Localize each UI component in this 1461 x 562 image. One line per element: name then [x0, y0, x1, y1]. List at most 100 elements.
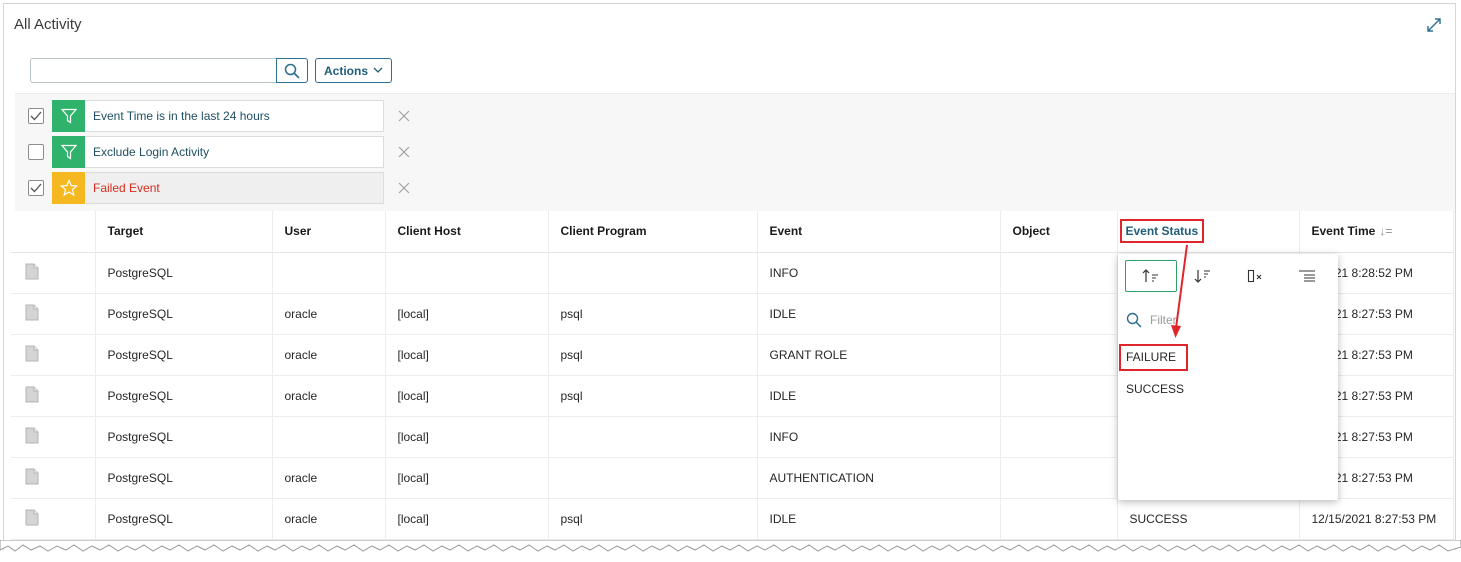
cell-program: psql [548, 498, 758, 540]
column-menu-toolbar [1125, 260, 1333, 292]
sort-ascending-button[interactable] [1125, 260, 1177, 292]
filter-label: Exclude Login Activity [93, 145, 210, 159]
cell-host: [local] [385, 334, 549, 376]
column-header[interactable]: User [272, 211, 386, 253]
filter-chip[interactable]: Event Time is in the last 24 hours [52, 100, 384, 132]
cell-target: PostgreSQL [95, 375, 273, 417]
cell-event: IDLE [757, 293, 1001, 335]
cell-program: psql [548, 334, 758, 376]
row-icon-cell[interactable] [11, 334, 96, 376]
filter-chip[interactable]: Exclude Login Activity [52, 136, 384, 168]
filter-checkbox[interactable] [28, 144, 44, 160]
filter-row: Failed Event [28, 172, 410, 204]
event-time-header-label: Event Time [1311, 224, 1376, 239]
actions-label: Actions [324, 63, 369, 78]
cell-object [1000, 416, 1118, 458]
sort-descending-icon: ↓= [1379, 224, 1393, 239]
cell-event: INFO [757, 252, 1001, 294]
search-icon [284, 63, 300, 79]
cell-object [1000, 498, 1118, 540]
cell-host: [local] [385, 375, 549, 417]
cell-host: [local] [385, 293, 549, 335]
row-icon-cell[interactable] [11, 375, 96, 417]
search-icon [1126, 312, 1142, 328]
hide-column-button[interactable] [1229, 260, 1281, 292]
filter-panel: Event Time is in the last 24 hours Exclu… [15, 93, 1455, 213]
cell-host: [local] [385, 457, 549, 499]
filter-row: Event Time is in the last 24 hours [28, 100, 410, 132]
checkmark-icon [30, 183, 42, 193]
sort-ascending-icon [1142, 269, 1158, 282]
column-value-success[interactable]: SUCCESS [1126, 382, 1184, 396]
document-icon[interactable] [25, 427, 39, 444]
cell-target: PostgreSQL [95, 252, 273, 294]
column-header[interactable]: Object [1000, 211, 1118, 253]
control-break-icon [1299, 270, 1315, 282]
column-header[interactable]: Client Host [385, 211, 549, 253]
document-icon[interactable] [25, 386, 39, 403]
control-break-button[interactable] [1281, 260, 1333, 292]
event-status-header-label[interactable]: Event Status [1119, 219, 1205, 244]
cell-host [385, 252, 549, 294]
document-icon[interactable] [25, 509, 39, 526]
sort-descending-button[interactable] [1177, 260, 1229, 292]
cell-user [272, 252, 386, 294]
search-button[interactable] [276, 58, 308, 83]
close-icon[interactable] [398, 182, 410, 194]
document-icon[interactable] [25, 263, 39, 280]
document-icon[interactable] [25, 304, 39, 321]
filter-checkbox[interactable] [28, 108, 44, 124]
column-header[interactable]: Target [95, 211, 273, 253]
cell-object [1000, 375, 1118, 417]
column-header-event-time[interactable]: Event Time ↓= [1299, 211, 1454, 253]
cell-program [548, 416, 758, 458]
table-row[interactable]: PostgreSQL oracle [local] psql IDLE SUCCESS 12… [11, 498, 1454, 540]
checkmark-icon [30, 111, 42, 121]
cell-program: psql [548, 293, 758, 335]
cell-event: AUTHENTICATION [757, 457, 1001, 499]
row-icon-cell[interactable] [11, 252, 96, 294]
row-icon-cell[interactable] [11, 457, 96, 499]
close-icon[interactable] [398, 146, 410, 158]
row-icon-cell[interactable] [11, 416, 96, 458]
column-header-event-status[interactable]: Event Status [1117, 211, 1300, 253]
chevron-down-icon [373, 67, 383, 73]
torn-edge [0, 540, 1461, 552]
cell-event: IDLE [757, 375, 1001, 417]
column-menu-popup: Filter FAILURE SUCCESS [1118, 254, 1338, 500]
column-filter[interactable]: Filter [1126, 312, 1177, 328]
filter-label: Event Time is in the last 24 hours [93, 109, 270, 123]
column-filter-placeholder: Filter [1150, 313, 1177, 327]
column-header-icon [11, 211, 96, 253]
document-icon[interactable] [25, 468, 39, 485]
cell-target: PostgreSQL [95, 457, 273, 499]
filter-checkbox[interactable] [28, 180, 44, 196]
cell-user: oracle [272, 498, 386, 540]
cell-target: PostgreSQL [95, 416, 273, 458]
close-icon[interactable] [398, 110, 410, 122]
sort-descending-icon [1194, 270, 1210, 283]
column-header[interactable]: Event [757, 211, 1001, 253]
row-icon-cell[interactable] [11, 293, 96, 335]
cell-host: [local] [385, 498, 549, 540]
cell-event: GRANT ROLE [757, 334, 1001, 376]
cell-program: psql [548, 375, 758, 417]
search-input[interactable] [30, 58, 276, 83]
annotation-highlight-box [1119, 344, 1188, 371]
cell-target: PostgreSQL [95, 293, 273, 335]
cell-program [548, 252, 758, 294]
filter-label: Failed Event [93, 181, 160, 195]
star-icon [52, 172, 85, 204]
search-bar [30, 58, 308, 83]
page-title: All Activity [14, 16, 82, 33]
filter-icon [52, 136, 85, 168]
document-icon[interactable] [25, 345, 39, 362]
highlight-chip[interactable]: Failed Event [52, 172, 384, 204]
filter-icon [52, 100, 85, 132]
cell-object [1000, 457, 1118, 499]
expand-icon[interactable] [1425, 16, 1443, 34]
row-icon-cell[interactable] [11, 498, 96, 540]
column-header[interactable]: Client Program [548, 211, 758, 253]
table-header-row: Target User Client Host Client Program E… [11, 211, 1454, 253]
actions-button[interactable]: Actions [315, 58, 393, 83]
